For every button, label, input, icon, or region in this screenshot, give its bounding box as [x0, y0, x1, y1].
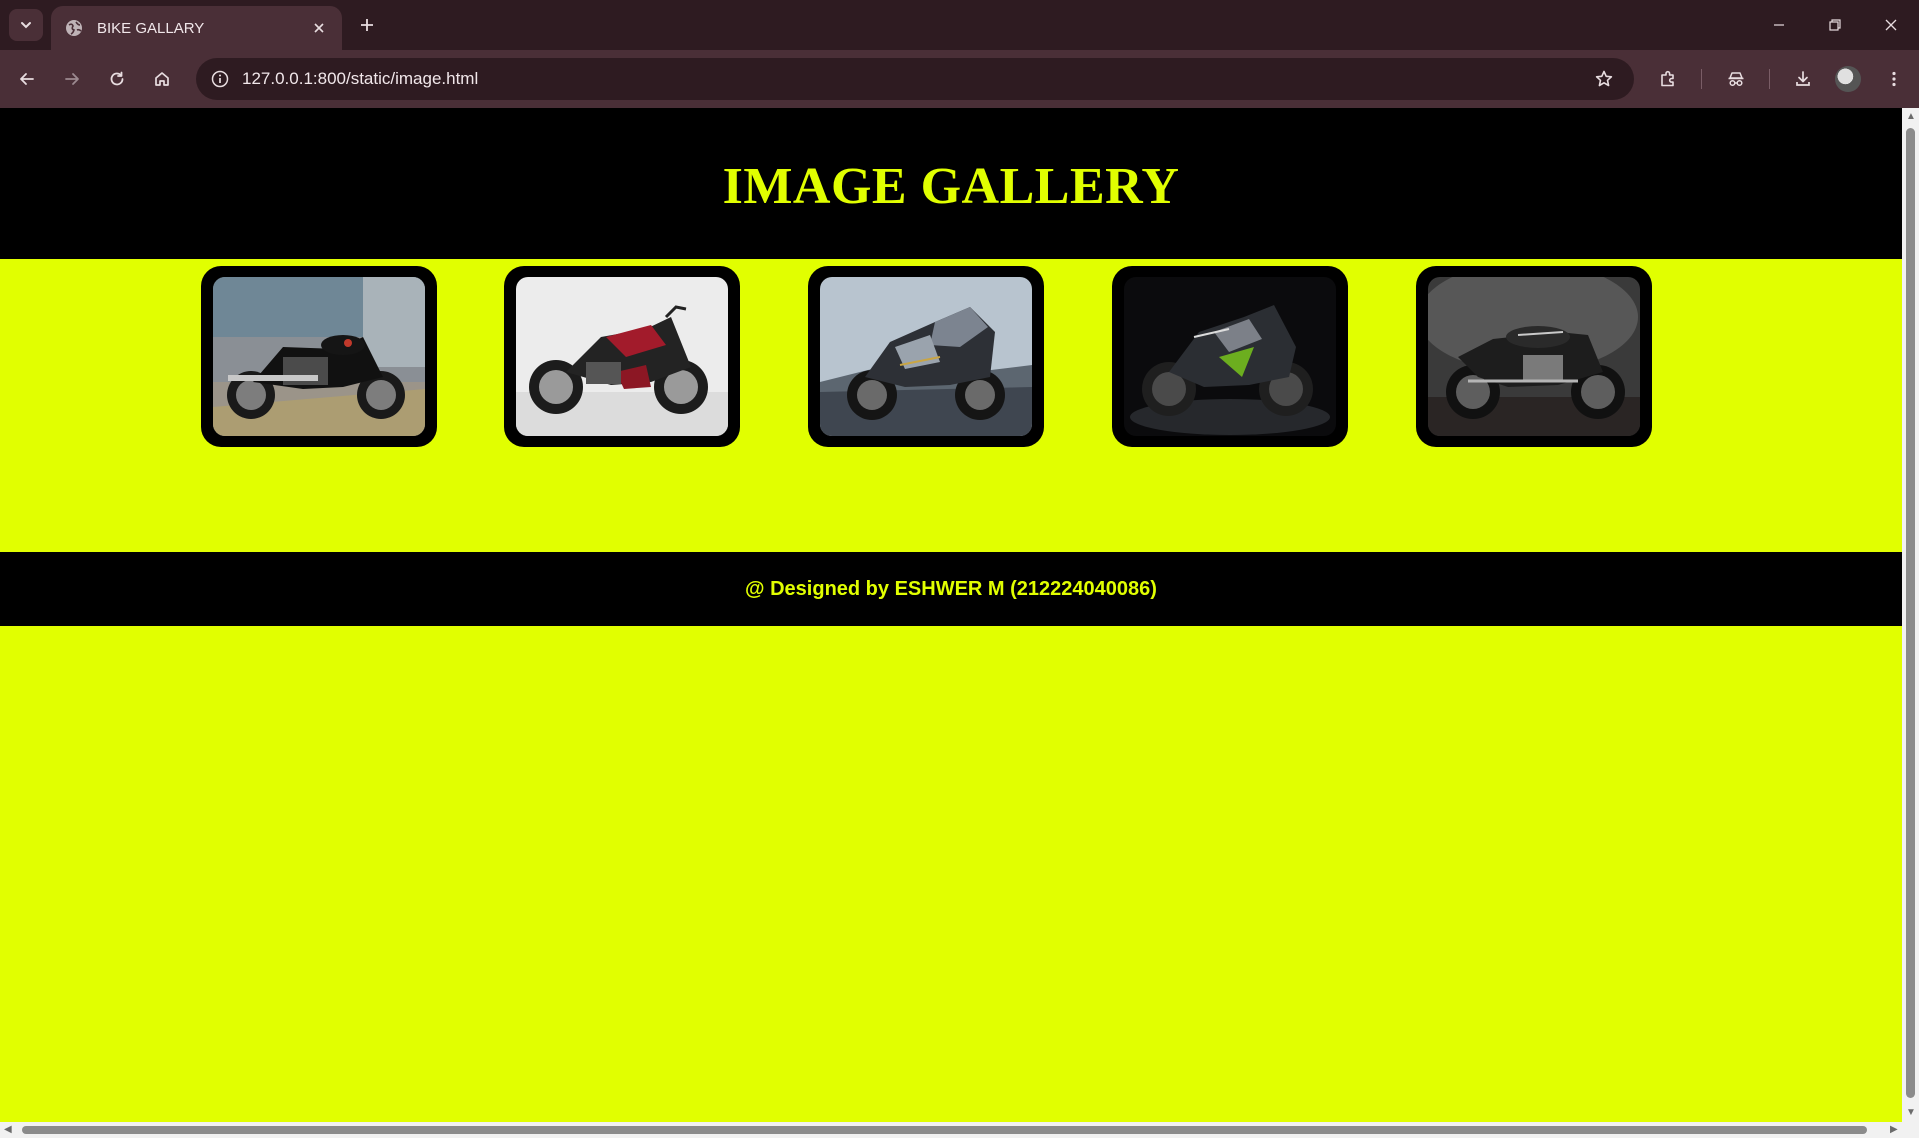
plus-icon [361, 19, 373, 31]
minimize-button[interactable] [1751, 0, 1807, 50]
bike-image [516, 277, 728, 436]
scroll-down-icon[interactable]: ▼ [1906, 1108, 1916, 1118]
arrow-left-icon [20, 73, 34, 85]
tab-search-button[interactable] [9, 9, 43, 41]
bike-image [213, 277, 425, 436]
restore-icon [1829, 19, 1841, 31]
toolbar-divider [1701, 69, 1702, 89]
bike-image [1124, 277, 1336, 436]
back-button[interactable] [9, 61, 45, 97]
address-bar[interactable]: 127.0.0.1:800/static/image.html [196, 58, 1634, 100]
download-icon [1796, 71, 1810, 86]
toolbar-divider [1769, 69, 1770, 89]
incognito-button[interactable] [1718, 61, 1754, 97]
globe-icon [65, 19, 83, 37]
scroll-right-icon[interactable]: ▶ [1890, 1125, 1898, 1135]
scroll-left-icon[interactable]: ◀ [4, 1125, 12, 1135]
close-icon [1885, 19, 1897, 31]
chevron-down-icon [21, 22, 31, 29]
forward-button[interactable] [54, 61, 90, 97]
gallery-item-green-black-naked-bike[interactable] [1112, 266, 1348, 447]
incognito-icon [1728, 72, 1744, 87]
page-title: IMAGE GALLERY [722, 158, 1180, 215]
star-icon[interactable] [1586, 61, 1622, 97]
gallery-item-red-naked-bike[interactable] [504, 266, 740, 447]
footer-credit: @ Designed by ESHWER M (212224040086) [745, 577, 1157, 600]
bike-image [820, 277, 1032, 436]
minimize-icon [1774, 24, 1784, 26]
profile-avatar[interactable] [1835, 66, 1861, 92]
bike-image [1428, 277, 1640, 436]
downloads-button[interactable] [1785, 61, 1821, 97]
reload-button[interactable] [99, 61, 135, 97]
horizontal-scroll-thumb[interactable] [22, 1126, 1867, 1134]
info-icon[interactable] [206, 65, 234, 93]
close-window-button[interactable] [1863, 0, 1919, 50]
new-tab-button[interactable] [352, 10, 382, 40]
puzzle-icon [1661, 70, 1674, 87]
page-footer: @ Designed by ESHWER M (212224040086) [0, 552, 1902, 626]
gallery-item-sport-bike[interactable] [808, 266, 1044, 447]
vertical-scrollbar[interactable]: ▲ ▼ [1902, 108, 1919, 1122]
kebab-menu-icon [1892, 71, 1896, 87]
gallery-item-classic-bike[interactable] [201, 266, 437, 447]
browser-tabstrip: BIKE GALLARY [0, 0, 1919, 50]
url-text[interactable]: 127.0.0.1:800/static/image.html [242, 69, 1586, 89]
gallery-item-cafe-racer-bike[interactable] [1416, 266, 1652, 447]
browser-tab[interactable]: BIKE GALLARY [51, 6, 342, 50]
home-button[interactable] [144, 61, 180, 97]
browser-toolbar: 127.0.0.1:800/static/image.html [0, 50, 1919, 108]
tab-title: BIKE GALLARY [97, 19, 205, 37]
extensions-button[interactable] [1650, 61, 1686, 97]
home-icon [155, 72, 169, 86]
horizontal-scrollbar[interactable]: ◀ ▶ [0, 1122, 1919, 1138]
arrow-right-icon [65, 73, 79, 85]
scroll-up-icon[interactable]: ▲ [1906, 112, 1916, 122]
menu-button[interactable] [1876, 61, 1912, 97]
restore-button[interactable] [1807, 0, 1863, 50]
close-icon[interactable] [308, 17, 330, 39]
reload-icon [110, 71, 124, 86]
page-viewport: IMAGE GALLERY @ Designed by ESHWER M (21… [0, 108, 1902, 1122]
page-header: IMAGE GALLERY [0, 108, 1902, 259]
vertical-scroll-thumb[interactable] [1906, 128, 1915, 1098]
